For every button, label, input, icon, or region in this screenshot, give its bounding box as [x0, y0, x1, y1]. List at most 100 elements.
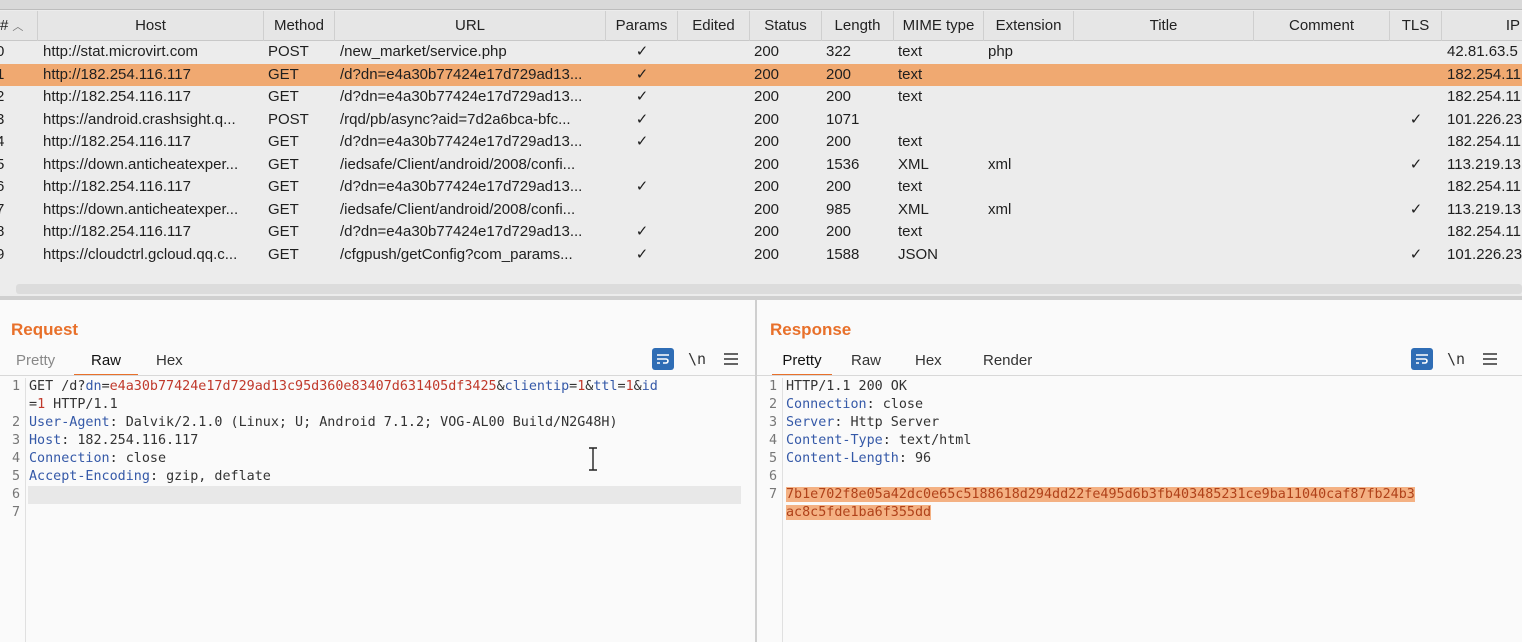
header-name: Server [786, 415, 835, 430]
newline-toggle-icon[interactable]: \n [686, 348, 708, 370]
table-row[interactable]: 5 https://down.anticheatexper... GET/iedsa… [0, 153, 1522, 177]
cell-params: ✓ [635, 133, 649, 150]
column-header-method[interactable]: Method [264, 11, 335, 41]
wrap-lines-icon[interactable] [652, 348, 674, 370]
line-number: 2 [768, 397, 777, 412]
cell-tls [1390, 86, 1442, 109]
cell-length: 1536 [826, 155, 860, 173]
cell-method: POST [268, 110, 309, 128]
cell-host: http://182.254.116.117 [43, 178, 191, 195]
cell-comment [1254, 199, 1390, 222]
cell-params: ✓ [635, 43, 649, 60]
response-body-selected: ac8c5fde1ba6f355dd [786, 505, 932, 520]
table-row[interactable]: 4 http://182.254.116.117 GET/d?dn=e4a30b77… [0, 131, 1522, 154]
header-value: Http Server [850, 415, 940, 430]
cell-comment [1254, 131, 1390, 154]
table-row[interactable]: 9 https://cloudctrl.gcloud.qq.c... GET/cfg… [0, 243, 1522, 266]
tab-request-pretty[interactable]: Pretty [12, 350, 59, 376]
response-body-continued: ac8c5fde1ba6f355dd [786, 504, 932, 522]
column-header-title[interactable]: Title [1074, 11, 1254, 41]
column-header-host[interactable]: Host [38, 11, 264, 41]
column-header-ip[interactable]: IP [1442, 11, 1522, 41]
request-header: Accept-Encoding: gzip, deflate [29, 469, 271, 484]
cell-num: 3 [0, 110, 5, 128]
param-key: id [641, 379, 658, 394]
cell-url: /d?dn=e4a30b77424e17d729ad13... [340, 88, 583, 105]
cell-mime: text [898, 133, 923, 150]
table-row[interactable]: 1 http://182.254.116.117 GET/d?dn=e4a30b77… [0, 63, 1522, 87]
column-header-edited[interactable]: Edited [678, 11, 750, 41]
line-number: 5 [768, 451, 777, 466]
horizontal-scrollbar[interactable] [16, 284, 1522, 294]
request-path: /d? [61, 379, 86, 394]
tab-response-raw[interactable]: Raw [847, 350, 885, 376]
table-row[interactable]: 7 https://down.anticheatexper... GET/iedsa… [0, 198, 1522, 222]
tab-response-hex[interactable]: Hex [911, 350, 946, 376]
table-row[interactable]: 3 https://android.crashsight.q... POST/rqd… [0, 108, 1522, 132]
wrap-lines-icon[interactable] [1411, 348, 1433, 370]
cell-host: https://cloudctrl.gcloud.qq.c... [43, 245, 238, 263]
cell-url: /iedsafe/Client/android/2008/confi... [340, 155, 576, 173]
table-row[interactable]: 8 http://182.254.116.117 GET/d?dn=e4a30b77… [0, 221, 1522, 244]
cell-length: 1071 [826, 110, 860, 128]
tab-request-raw[interactable]: Raw [74, 350, 138, 376]
cell-params: ✓ [635, 245, 649, 263]
request-header: Connection: close [29, 451, 167, 466]
request-editor[interactable]: 1 2 3 4 5 6 7 GET /d?dn=e4a30b77424e17d7… [0, 378, 755, 642]
column-header-tls[interactable]: TLS [1390, 11, 1442, 41]
cell-status: 200 [754, 133, 780, 150]
column-header-status[interactable]: Status [750, 11, 822, 41]
response-editor[interactable]: 1 2 3 4 5 6 7 HTTP/1.1 200 OK Connection… [757, 378, 1522, 642]
line-number: 1 [11, 379, 20, 394]
column-header-url[interactable]: URL [335, 11, 606, 41]
tab-response-pretty[interactable]: Pretty [772, 350, 832, 376]
line-number: 6 [11, 487, 20, 502]
cell-status: 200 [754, 178, 780, 195]
hamburger-menu-icon[interactable] [1479, 348, 1501, 370]
cell-ext [988, 86, 1072, 109]
column-header-params[interactable]: Params [606, 11, 678, 41]
cell-num: 1 [0, 65, 5, 83]
cell-tls [1390, 64, 1442, 87]
column-header-length[interactable]: Length [822, 11, 894, 41]
header-name: Connection [29, 451, 110, 466]
cell-num: 7 [0, 200, 5, 218]
request-tab-divider [0, 375, 755, 376]
column-header-number[interactable]: # ︿ [0, 11, 38, 41]
response-tab-divider [757, 375, 1522, 376]
tab-request-hex[interactable]: Hex [152, 350, 187, 376]
cell-comment [1254, 64, 1390, 87]
tab-response-render[interactable]: Render [979, 350, 1036, 376]
column-header-mime-type[interactable]: MIME type [894, 11, 984, 41]
cell-ext: php [988, 43, 1014, 60]
cell-params: ✓ [635, 65, 649, 83]
cell-mime: XML [898, 200, 929, 218]
cell-method: GET [268, 155, 299, 173]
cell-url: /cfgpush/getConfig?com_params... [340, 245, 573, 263]
current-line-highlight [28, 486, 741, 504]
cell-num: 6 [0, 178, 5, 195]
cell-title [1074, 154, 1254, 177]
cell-method: POST [268, 43, 309, 60]
line-number: 7 [768, 487, 777, 502]
param-key: ttl [593, 379, 618, 394]
cell-title [1074, 109, 1254, 132]
cell-length: 200 [826, 223, 852, 240]
request-line-continued: =1 HTTP/1.1 [29, 397, 118, 412]
cell-num: 0 [0, 43, 5, 60]
cell-length: 200 [826, 65, 852, 83]
column-header-extension[interactable]: Extension [984, 11, 1074, 41]
cell-url: /d?dn=e4a30b77424e17d729ad13... [340, 178, 583, 195]
response-header: Content-Length: 96 [786, 451, 932, 466]
newline-toggle-icon[interactable]: \n [1445, 348, 1467, 370]
table-row[interactable]: 0 http://stat.microvirt.com POST/new_marke… [0, 41, 1522, 64]
header-name: Content-Type [786, 433, 883, 448]
request-line: GET /d?dn=e4a30b77424e17d729ad13c95d360e… [29, 379, 658, 394]
column-header-comment[interactable]: Comment [1254, 11, 1390, 41]
cell-edited [678, 109, 750, 132]
hamburger-menu-icon[interactable] [720, 348, 742, 370]
table-row[interactable]: 6 http://182.254.116.117 GET/d?dn=e4a30b77… [0, 176, 1522, 199]
cell-status: 200 [754, 245, 780, 263]
cell-host: http://182.254.116.117 [43, 223, 191, 240]
table-row[interactable]: 2 http://182.254.116.117 GET/d?dn=e4a30b77… [0, 86, 1522, 109]
